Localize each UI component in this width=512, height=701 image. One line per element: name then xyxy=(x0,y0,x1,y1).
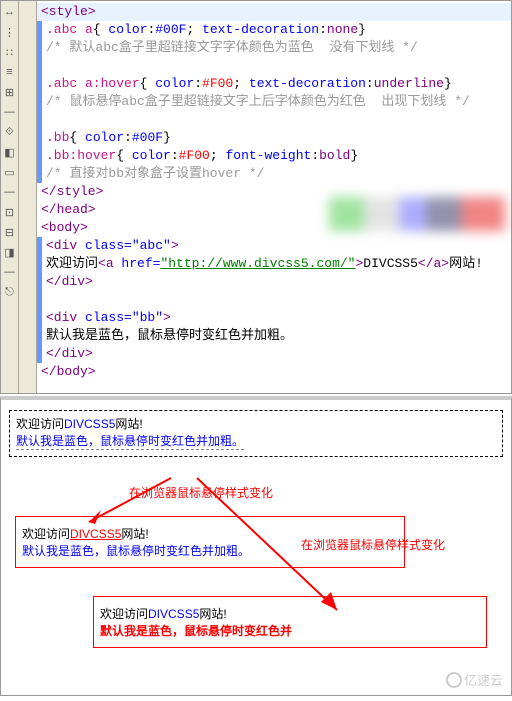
preview-line-2-hovered: 默认我是蓝色，鼠标悬停时变红色并 xyxy=(100,622,480,639)
preview-line-1: 欢迎访问DIVCSS5网站! xyxy=(16,415,496,432)
annotation-text: 在浏览器鼠标悬停样式变化 xyxy=(129,484,273,501)
code-line: <style> xyxy=(37,3,511,21)
code-line: </div> xyxy=(37,345,511,363)
editor-gutter-fold xyxy=(19,1,37,393)
code-line: <body> xyxy=(37,219,511,237)
gutter-icon[interactable]: ⋮ xyxy=(3,25,17,39)
code-line xyxy=(37,111,511,129)
code-line: </head> xyxy=(37,201,511,219)
gutter-icon[interactable]: ◨ xyxy=(3,245,17,259)
code-line: /* 鼠标悬停abc盒子里超链接文字上后字体颜色为红色 出现下划线 */ xyxy=(37,93,511,111)
code-text-area[interactable]: <style> .abc a{ color:#00F; text-decorat… xyxy=(37,1,511,393)
preview-line-2: 默认我是蓝色，鼠标悬停时变红色并加粗。 xyxy=(16,432,244,450)
code-line: 欢迎访问<a href="http://www.divcss5.com/">DI… xyxy=(37,255,511,273)
code-line: <div class="abc"> xyxy=(37,237,511,255)
preview-link-hovered[interactable]: DIVCSS5 xyxy=(70,527,121,541)
preview-line-2: 默认我是蓝色，鼠标悬停时变红色并加粗。 xyxy=(22,542,398,559)
preview-link-hover-state: 欢迎访问DIVCSS5网站! 默认我是蓝色，鼠标悬停时变红色并加粗。 xyxy=(15,516,405,568)
preview-link[interactable]: DIVCSS5 xyxy=(148,607,199,621)
gutter-sep: — xyxy=(3,185,17,199)
gutter-icon[interactable]: ⊞ xyxy=(3,85,17,99)
code-editor: ↔ ⋮ ∷ ≡ ⊞ — ⟐ ◧ ▭ — ⊡ ⊟ ◨ — ⎋ <style> .a… xyxy=(0,0,512,394)
code-line: .bb{ color:#00F} xyxy=(37,129,511,147)
code-line xyxy=(37,57,511,75)
code-line: .abc a:hover{ color:#F00; text-decoratio… xyxy=(37,75,511,93)
code-line xyxy=(37,291,511,309)
gutter-icon[interactable]: ⟐ xyxy=(3,125,17,139)
preview-bb-hover-state: 欢迎访问DIVCSS5网站! 默认我是蓝色，鼠标悬停时变红色并 xyxy=(93,596,487,648)
preview-default-state: 欢迎访问DIVCSS5网站! 默认我是蓝色，鼠标悬停时变红色并加粗。 xyxy=(9,410,503,457)
code-line: .abc a{ color:#00F; text-decoration:none… xyxy=(37,21,511,39)
code-line: .bb:hover{ color:#F00; font-weight:bold} xyxy=(37,147,511,165)
gutter-sep: — xyxy=(3,105,17,119)
preview-link[interactable]: DIVCSS5 xyxy=(64,417,115,431)
code-line: <div class="bb"> xyxy=(37,309,511,327)
watermark: 亿速云 xyxy=(446,670,503,689)
code-line: </div> xyxy=(37,273,511,291)
gutter-icon[interactable]: ∷ xyxy=(3,45,17,59)
gutter-icon[interactable]: ▭ xyxy=(3,165,17,179)
code-line: </body> xyxy=(37,363,511,381)
gutter-icon[interactable]: ⎋ xyxy=(3,285,17,299)
gutter-icon[interactable]: ≡ xyxy=(3,65,17,79)
preview-line-1: 欢迎访问DIVCSS5网站! xyxy=(100,605,480,622)
preview-line-1: 欢迎访问DIVCSS5网站! xyxy=(22,525,398,542)
code-line: /* 直接对bb对象盒子设置hover */ xyxy=(37,165,511,183)
code-line: /* 默认abc盒子里超链接文字字体颜色为蓝色 没有下划线 */ xyxy=(37,39,511,57)
gutter-icon[interactable]: ⊡ xyxy=(3,205,17,219)
watermark-icon xyxy=(446,672,462,688)
code-line: 默认我是蓝色，鼠标悬停时变红色并加粗。 xyxy=(37,327,511,345)
gutter-icon[interactable]: ↔ xyxy=(3,5,17,19)
editor-gutter-left: ↔ ⋮ ∷ ≡ ⊞ — ⟐ ◧ ▭ — ⊡ ⊟ ◨ — ⎋ xyxy=(1,1,19,393)
gutter-sep: — xyxy=(3,265,17,279)
code-line: </style> xyxy=(37,183,511,201)
browser-preview: 欢迎访问DIVCSS5网站! 默认我是蓝色，鼠标悬停时变红色并加粗。 在浏览器鼠… xyxy=(0,396,512,696)
gutter-icon[interactable]: ◧ xyxy=(3,145,17,159)
gutter-icon[interactable]: ⊟ xyxy=(3,225,17,239)
